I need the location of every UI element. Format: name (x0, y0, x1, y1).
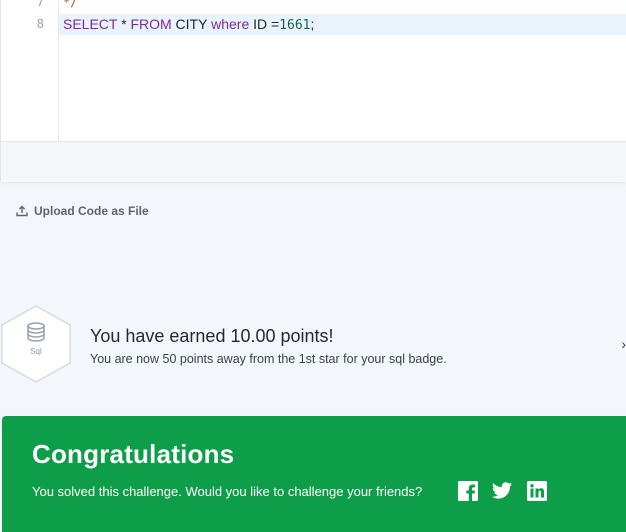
line-number: 7 (36, 0, 44, 9)
code-text: * (117, 16, 131, 32)
upload-icon (16, 205, 28, 217)
chevron-right-icon[interactable]: › (621, 336, 626, 352)
code-line-active[interactable]: SELECT * FROM CITY where ID =1661; (59, 14, 626, 35)
code-keyword: where (211, 16, 250, 32)
code-keyword: FROM (130, 16, 172, 32)
facebook-icon[interactable] (457, 480, 479, 502)
upload-code-button[interactable]: Upload Code as File (16, 204, 149, 218)
editor-footer (1, 141, 626, 182)
points-subtitle: You are now 50 points away from the 1st … (90, 352, 447, 366)
code-text: ; (310, 16, 315, 32)
congrats-title: Congratulations (32, 439, 235, 469)
code-line[interactable]: */ (59, 0, 77, 12)
code-keyword: SELECT (63, 16, 118, 32)
points-earned-title: You have earned 10.00 points! (90, 326, 334, 346)
upload-label: Upload Code as File (34, 204, 149, 218)
badge-label: Sql (30, 347, 42, 356)
code-text: CITY (171, 16, 212, 32)
line-number: 8 (36, 17, 44, 31)
code-number: 1661 (279, 18, 311, 33)
linkedin-icon[interactable] (526, 480, 548, 502)
twitter-icon[interactable] (491, 480, 513, 502)
congratulations-banner: Congratulations You solved this challeng… (2, 416, 626, 532)
code-comment: */ (63, 0, 78, 9)
code-editor[interactable]: 7 8 */ SELECT * FROM CITY where ID =1661… (0, 0, 626, 182)
code-text: ID = (249, 16, 280, 32)
congrats-text: You solved this challenge. Would you lik… (32, 484, 423, 499)
line-number-gutter: 7 8 (1, 0, 59, 141)
database-icon (25, 322, 47, 347)
